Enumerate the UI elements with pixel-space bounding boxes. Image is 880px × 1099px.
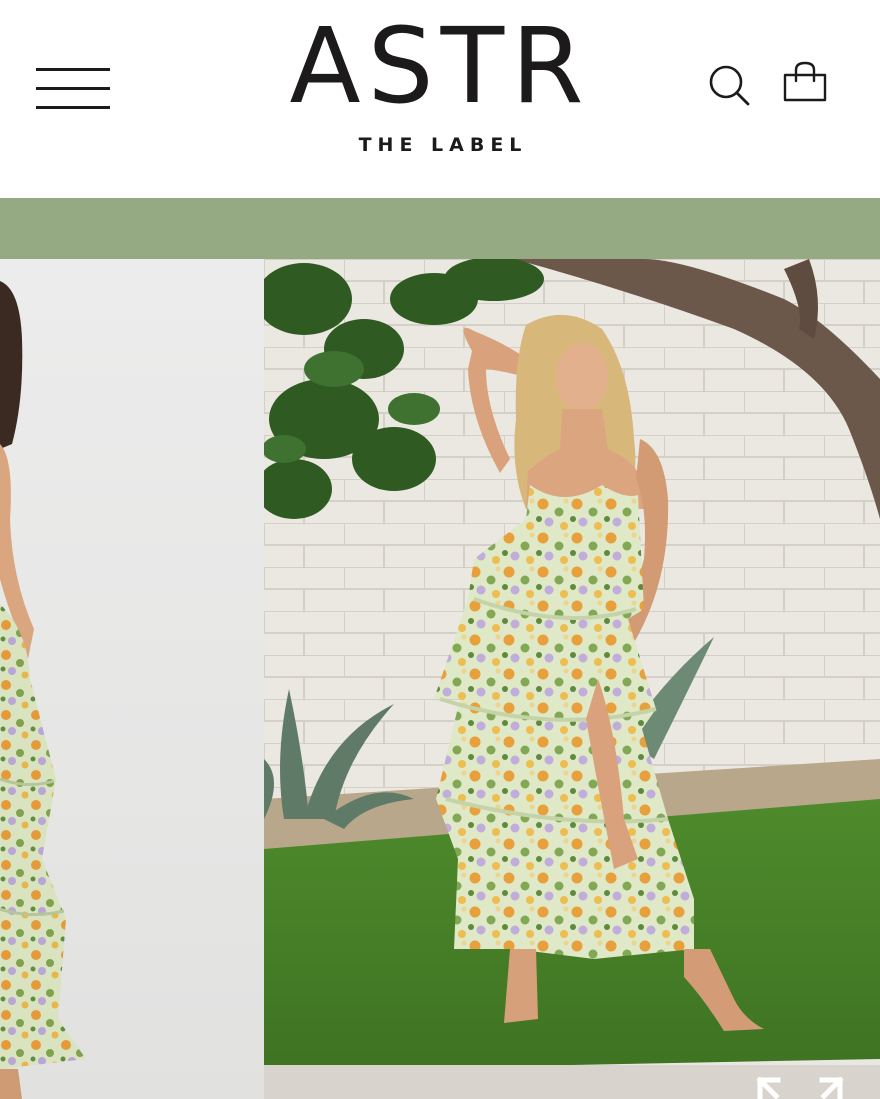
- search-icon: [709, 65, 750, 106]
- model-photo-studio: [0, 281, 86, 1099]
- search-button[interactable]: [706, 62, 752, 108]
- product-page: ASTR THE LABEL: [0, 0, 880, 1099]
- model-photo-garden: [264, 259, 880, 1099]
- product-image-gallery: [0, 259, 880, 1099]
- expand-arrows-icon: [756, 1076, 844, 1099]
- shopping-bag-icon: [783, 61, 827, 102]
- site-header: ASTR THE LABEL: [0, 0, 880, 198]
- menu-button[interactable]: [36, 68, 110, 112]
- brand-logo[interactable]: ASTR THE LABEL: [240, 14, 640, 164]
- menu-line: [36, 68, 110, 71]
- brand-tagline: THE LABEL: [358, 134, 528, 156]
- expand-image-button[interactable]: [752, 1070, 848, 1099]
- product-photo-garden[interactable]: [264, 259, 880, 1099]
- cart-button[interactable]: [782, 60, 828, 106]
- announcement-bar: [0, 198, 880, 259]
- brand-name: ASTR: [289, 5, 591, 127]
- menu-line: [36, 87, 110, 90]
- menu-line: [36, 106, 110, 109]
- product-photo-studio[interactable]: [0, 259, 264, 1099]
